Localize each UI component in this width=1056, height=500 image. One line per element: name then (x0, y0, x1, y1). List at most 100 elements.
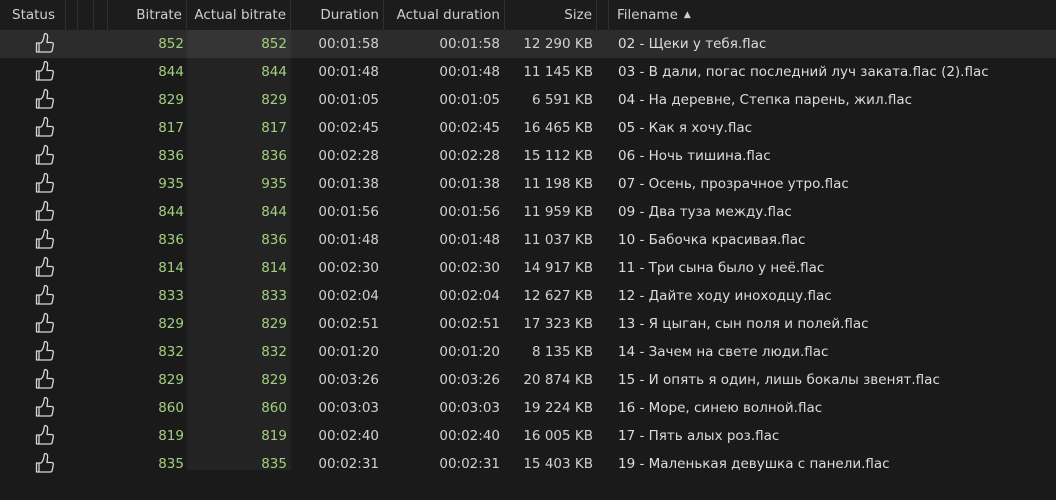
duration-cell: 00:02:51 (318, 316, 379, 332)
filename-cell: 16 - Море, синею волной.flac (618, 400, 823, 416)
table-row[interactable]: 833 833 00:02:04 00:02:04 12 627 KB 12 - Дайт… (0, 282, 1056, 310)
bitrate-cell: 852 (158, 36, 184, 52)
table-row[interactable]: 935 935 00:01:38 00:01:38 11 198 KB 07 - Осен… (0, 170, 1056, 198)
duration-cell: 00:01:38 (318, 176, 379, 192)
actual-bitrate-cell: 829 (261, 92, 287, 108)
actual-bitrate-cell: 833 (261, 288, 287, 304)
bitrate-cell: 833 (158, 288, 184, 304)
actual-bitrate-cell: 844 (261, 64, 287, 80)
bitrate-cell: 829 (158, 92, 184, 108)
thumbs-up-icon (35, 115, 55, 139)
size-cell: 16 465 KB (523, 120, 593, 136)
filename-cell: 10 - Бабочка красивая.flac (618, 232, 806, 248)
actual-duration-cell: 00:01:20 (439, 344, 500, 360)
table-row[interactable]: 814 814 00:02:30 00:02:30 14 917 KB 11 - Три … (0, 254, 1056, 282)
actual-duration-cell: 00:02:04 (439, 288, 500, 304)
actual-duration-cell: 00:02:28 (439, 148, 500, 164)
thumbs-up-icon (35, 311, 55, 335)
table-row[interactable]: 835 835 00:02:31 00:02:31 15 403 KB 19 - Мале… (0, 450, 1056, 478)
thumbs-up-icon (35, 87, 55, 111)
filename-cell: 14 - Зачем на свете люди.flac (618, 344, 829, 360)
table-row[interactable]: 817 817 00:02:45 00:02:45 16 465 KB 05 - Как … (0, 114, 1056, 142)
duration-cell: 00:02:04 (318, 288, 379, 304)
actual-bitrate-cell: 844 (261, 204, 287, 220)
actual-duration-cell: 00:02:30 (439, 260, 500, 276)
table-row[interactable]: 829 829 00:01:05 00:01:05 6 591 KB 04 - На де… (0, 86, 1056, 114)
bitrate-cell: 935 (158, 176, 184, 192)
column-header-status[interactable]: Status (0, 0, 66, 30)
actual-duration-cell: 00:02:31 (439, 456, 500, 472)
table-row[interactable]: 844 844 00:01:48 00:01:48 11 145 KB 03 - В да… (0, 58, 1056, 86)
status-cell (0, 310, 90, 338)
duration-cell: 00:01:58 (318, 36, 379, 52)
actual-duration-cell: 00:01:48 (439, 232, 500, 248)
table-row[interactable]: 829 829 00:02:51 00:02:51 17 323 KB 13 - Я цы… (0, 310, 1056, 338)
table-row[interactable]: 832 832 00:01:20 00:01:20 8 135 KB 14 - Зачем… (0, 338, 1056, 366)
status-cell (0, 142, 90, 170)
thumbs-up-icon (35, 227, 55, 251)
status-cell (0, 86, 90, 114)
size-cell: 8 135 KB (531, 344, 593, 360)
sort-ascending-icon: ▲ (683, 10, 691, 20)
thumbs-up-icon (35, 199, 55, 223)
table-row[interactable]: 852 852 00:01:58 00:01:58 12 290 KB 02 - Щеки… (0, 30, 1056, 58)
table-row[interactable]: 819 819 00:02:40 00:02:40 16 005 KB 17 - Пять… (0, 422, 1056, 450)
status-cell (0, 394, 90, 422)
column-header-spacer-4[interactable] (597, 0, 609, 30)
table-row[interactable]: 829 829 00:03:26 00:03:26 20 874 KB 15 - И оп… (0, 366, 1056, 394)
duration-cell: 00:03:26 (318, 372, 379, 388)
duration-cell: 00:02:28 (318, 148, 379, 164)
thumbs-up-icon (35, 339, 55, 363)
actual-bitrate-cell: 860 (261, 400, 287, 416)
actual-duration-cell: 00:02:40 (439, 428, 500, 444)
table-row[interactable]: 844 844 00:01:56 00:01:56 11 959 KB 09 - Два … (0, 198, 1056, 226)
column-header-bar: Status Bitrate Actual bitrate Duration A… (0, 0, 1056, 31)
column-header-filename[interactable]: Filename ▲ (609, 0, 1056, 30)
filename-cell: 06 - Ночь тишина.flac (618, 148, 771, 164)
thumbs-up-icon (35, 395, 55, 419)
actual-duration-cell: 00:01:48 (439, 64, 500, 80)
column-header-actual-duration[interactable]: Actual duration (384, 0, 505, 30)
filename-cell: 02 - Щеки у тебя.flac (618, 36, 767, 52)
thumbs-up-icon (35, 367, 55, 391)
status-cell (0, 58, 90, 86)
duration-cell: 00:02:31 (318, 456, 379, 472)
column-header-bitrate[interactable]: Bitrate (108, 0, 187, 30)
actual-duration-cell: 00:01:58 (439, 36, 500, 52)
column-header-actual-bitrate[interactable]: Actual bitrate (187, 0, 291, 30)
thumbs-up-icon (35, 31, 55, 55)
bitrate-cell: 829 (158, 372, 184, 388)
filename-cell: 04 - На деревне, Степка парень, жил.flac (618, 92, 913, 108)
table-row[interactable]: 836 836 00:02:28 00:02:28 15 112 KB 06 - Ночь… (0, 142, 1056, 170)
size-cell: 12 290 KB (523, 36, 593, 52)
bitrate-cell: 844 (158, 204, 184, 220)
bitrate-cell: 860 (158, 400, 184, 416)
filename-cell: 05 - Как я хочу.flac (618, 120, 753, 136)
thumbs-up-icon (35, 143, 55, 167)
actual-bitrate-cell: 836 (261, 232, 287, 248)
duration-cell: 00:02:30 (318, 260, 379, 276)
column-header-size[interactable]: Size (505, 0, 597, 30)
duration-cell: 00:02:45 (318, 120, 379, 136)
column-header-spacer-2[interactable] (78, 0, 94, 30)
size-cell: 11 037 KB (523, 232, 593, 248)
size-cell: 16 005 KB (523, 428, 593, 444)
filename-cell: 07 - Осень, прозрачное утро.flac (618, 176, 849, 192)
status-cell (0, 338, 90, 366)
table-row[interactable]: 860 860 00:03:03 00:03:03 19 224 KB 16 - Море… (0, 394, 1056, 422)
actual-duration-cell: 00:01:56 (439, 204, 500, 220)
actual-duration-cell: 00:02:45 (439, 120, 500, 136)
actual-bitrate-cell: 814 (261, 260, 287, 276)
column-header-spacer-3[interactable] (94, 0, 108, 30)
size-cell: 20 874 KB (523, 372, 593, 388)
column-header-spacer-1[interactable] (66, 0, 78, 30)
bitrate-cell: 829 (158, 316, 184, 332)
thumbs-up-icon (35, 283, 55, 307)
filename-cell: 15 - И опять я один, лишь бокалы звенят.… (618, 372, 940, 388)
filename-cell: 12 - Дайте ходу иноходцу.flac (618, 288, 832, 304)
size-cell: 17 323 KB (523, 316, 593, 332)
duration-cell: 00:01:20 (318, 344, 379, 360)
column-header-duration[interactable]: Duration (291, 0, 384, 30)
duration-cell: 00:03:03 (318, 400, 379, 416)
table-row[interactable]: 836 836 00:01:48 00:01:48 11 037 KB 10 - Бабо… (0, 226, 1056, 254)
